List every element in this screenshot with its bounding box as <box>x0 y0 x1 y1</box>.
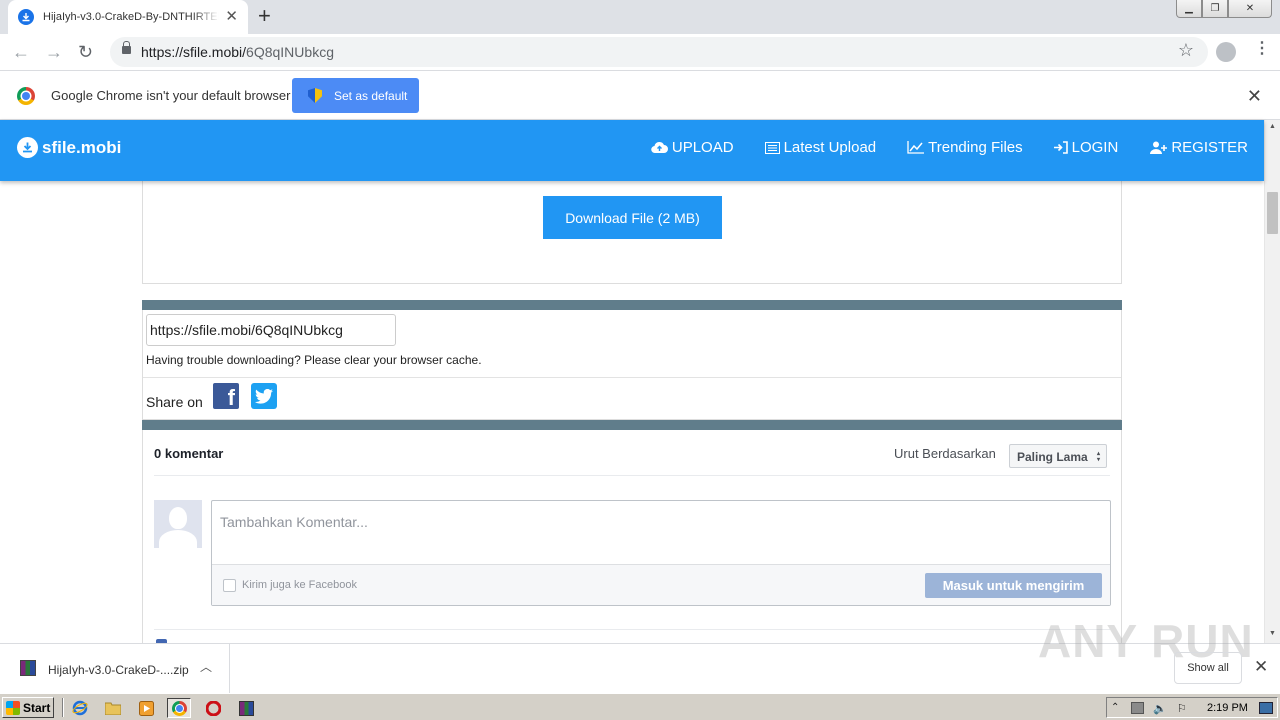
restore-icon[interactable]: ❐ <box>1202 0 1228 18</box>
network-icon[interactable] <box>1131 702 1144 714</box>
cloud-upload-icon <box>651 141 668 154</box>
cache-hint: Having trouble downloading? Please clear… <box>146 353 482 367</box>
section-bar <box>142 300 1122 310</box>
download-file-name: HijaIyh-v3.0-CrakeD-....zip <box>48 663 189 677</box>
set-as-default-button[interactable]: Set as default <box>292 78 419 113</box>
post-to-facebook-checkbox[interactable] <box>223 579 236 592</box>
nav-upload[interactable]: UPLOAD <box>651 139 734 156</box>
share-row: Share on f <box>143 377 1121 419</box>
browser-toolbar: ← → ↻ https://sfile.mobi/6Q8qINUbkcg ☆ ⋮ <box>0 34 1280 71</box>
nav-trending-files[interactable]: Trending Files <box>907 139 1023 156</box>
nav-register[interactable]: REGISTER <box>1149 139 1248 156</box>
download-file-button[interactable]: Download File (2 MB) <box>543 196 722 239</box>
tab-strip: HijaIyh-v3.0-CrakeD-By-DNTHIRTEEN ✕ + ▁ … <box>0 0 1280 34</box>
start-button[interactable]: Start <box>2 697 54 718</box>
file-explorer-icon[interactable] <box>101 698 125 718</box>
chrome-logo-icon <box>17 87 35 105</box>
post-to-facebook-label: Kirim juga ke Facebook <box>242 579 357 591</box>
system-tray: ⌃ 🔈 ⚐ 2:19 PM <box>1106 697 1278 718</box>
section-bar <box>142 420 1122 430</box>
list-icon <box>764 141 780 154</box>
sfile-favicon-icon <box>18 9 34 25</box>
window-controls: ▁ ❐ ✕ <box>1176 0 1272 18</box>
chrome-menu-icon[interactable]: ⋮ <box>1254 41 1270 57</box>
composer-footer: Kirim juga ke Facebook Masuk untuk mengi… <box>212 564 1110 605</box>
link-card: Having trouble downloading? Please clear… <box>142 310 1122 420</box>
download-logo-icon <box>17 137 38 158</box>
sort-select[interactable]: Paling Lama <box>1009 444 1107 468</box>
shelf-close-icon[interactable]: ✕ <box>1254 657 1268 677</box>
user-plus-icon <box>1150 141 1168 154</box>
share-label: Share on <box>146 394 203 410</box>
sign-in-icon <box>1053 141 1068 154</box>
chrome-taskbar-icon[interactable] <box>167 698 191 718</box>
site-logo[interactable]: sfile.mobi <box>17 137 121 158</box>
divider <box>154 629 1110 630</box>
nav-login[interactable]: LOGIN <box>1053 139 1118 156</box>
show-desktop-icon[interactable] <box>1259 702 1273 714</box>
action-center-flag-icon[interactable]: ⚐ <box>1177 702 1190 715</box>
scroll-down-icon[interactable]: ▼ <box>1269 630 1276 637</box>
download-shelf: HijaIyh-v3.0-CrakeD-....zip ︿ ANY RUN Sh… <box>0 615 1280 693</box>
tray-expand-icon[interactable]: ⌃ <box>1111 702 1124 714</box>
infobar-close-icon[interactable]: ✕ <box>1247 86 1262 107</box>
facebook-share-icon[interactable]: f <box>213 383 239 409</box>
taskbar-clock: 2:19 PM <box>1207 702 1248 714</box>
facebook-comments: 0 komentar Urut Berdasarkan Paling Lama … <box>142 430 1122 643</box>
main-nav: UPLOAD Latest Upload Trending Files LOGI… <box>620 139 1248 156</box>
lock-icon <box>122 41 131 54</box>
chart-line-icon <box>907 141 925 154</box>
uac-shield-icon <box>308 88 322 103</box>
internet-explorer-icon[interactable] <box>68 698 92 718</box>
volume-icon[interactable]: 🔈 <box>1153 702 1167 715</box>
back-arrow-icon[interactable]: ← <box>12 41 30 63</box>
divider <box>154 475 1110 476</box>
address-bar[interactable]: https://sfile.mobi/6Q8qINUbkcg ☆ <box>110 37 1208 67</box>
tab-title: HijaIyh-v3.0-CrakeD-By-DNTHIRTEEN <box>43 11 219 23</box>
download-item[interactable]: HijaIyh-v3.0-CrakeD-....zip ︿ <box>0 644 230 693</box>
winrar-taskbar-icon[interactable] <box>234 698 258 718</box>
bookmark-star-icon[interactable]: ☆ <box>1178 40 1194 61</box>
windows-logo-icon <box>6 700 20 715</box>
avatar <box>154 500 202 548</box>
nav-latest-upload[interactable]: Latest Upload <box>764 139 876 156</box>
comment-input[interactable]: Tambahkan Komentar... <box>212 501 1110 564</box>
show-all-button[interactable]: Show all <box>1174 652 1242 684</box>
chevron-up-icon[interactable]: ︿ <box>200 658 212 675</box>
page-scrollbar[interactable]: ▲ ▼ <box>1264 120 1280 643</box>
scroll-up-icon[interactable]: ▲ <box>1269 123 1276 130</box>
scroll-thumb[interactable] <box>1267 192 1278 234</box>
taskbar-separator <box>62 698 64 717</box>
winrar-archive-icon <box>20 660 36 676</box>
site-header: sfile.mobi UPLOAD Latest Upload Trending… <box>0 120 1264 181</box>
twitter-share-icon[interactable] <box>251 383 277 409</box>
media-player-icon[interactable] <box>134 698 158 718</box>
infobar-message: Google Chrome isn't your default browser <box>51 88 291 103</box>
comment-count: 0 komentar <box>154 446 224 461</box>
profile-avatar-icon[interactable] <box>1216 42 1236 62</box>
window-close-icon[interactable]: ✕ <box>1228 0 1272 18</box>
windows-taskbar: Start ⌃ 🔈 ⚐ 2:19 PM <box>0 693 1280 720</box>
opera-icon[interactable] <box>201 698 225 718</box>
new-tab-icon[interactable]: + <box>258 5 271 27</box>
minimize-icon[interactable]: ▁ <box>1176 0 1202 18</box>
page-content: Download File (2 MB) Having trouble down… <box>0 181 1264 643</box>
login-to-post-button[interactable]: Masuk untuk mengirim <box>925 573 1102 598</box>
reload-icon[interactable]: ↻ <box>78 41 93 63</box>
tab-close-icon[interactable]: ✕ <box>225 9 238 25</box>
default-browser-infobar: Google Chrome isn't your default browser… <box>0 72 1280 120</box>
comment-composer: Tambahkan Komentar... Kirim juga ke Face… <box>211 500 1111 606</box>
forward-arrow-icon[interactable]: → <box>45 41 63 63</box>
url-text: https://sfile.mobi/6Q8qINUbkcg <box>141 44 334 60</box>
sort-label: Urut Berdasarkan <box>894 446 996 461</box>
browser-tab[interactable]: HijaIyh-v3.0-CrakeD-By-DNTHIRTEEN ✕ <box>8 0 248 34</box>
file-link-input[interactable] <box>146 314 396 346</box>
